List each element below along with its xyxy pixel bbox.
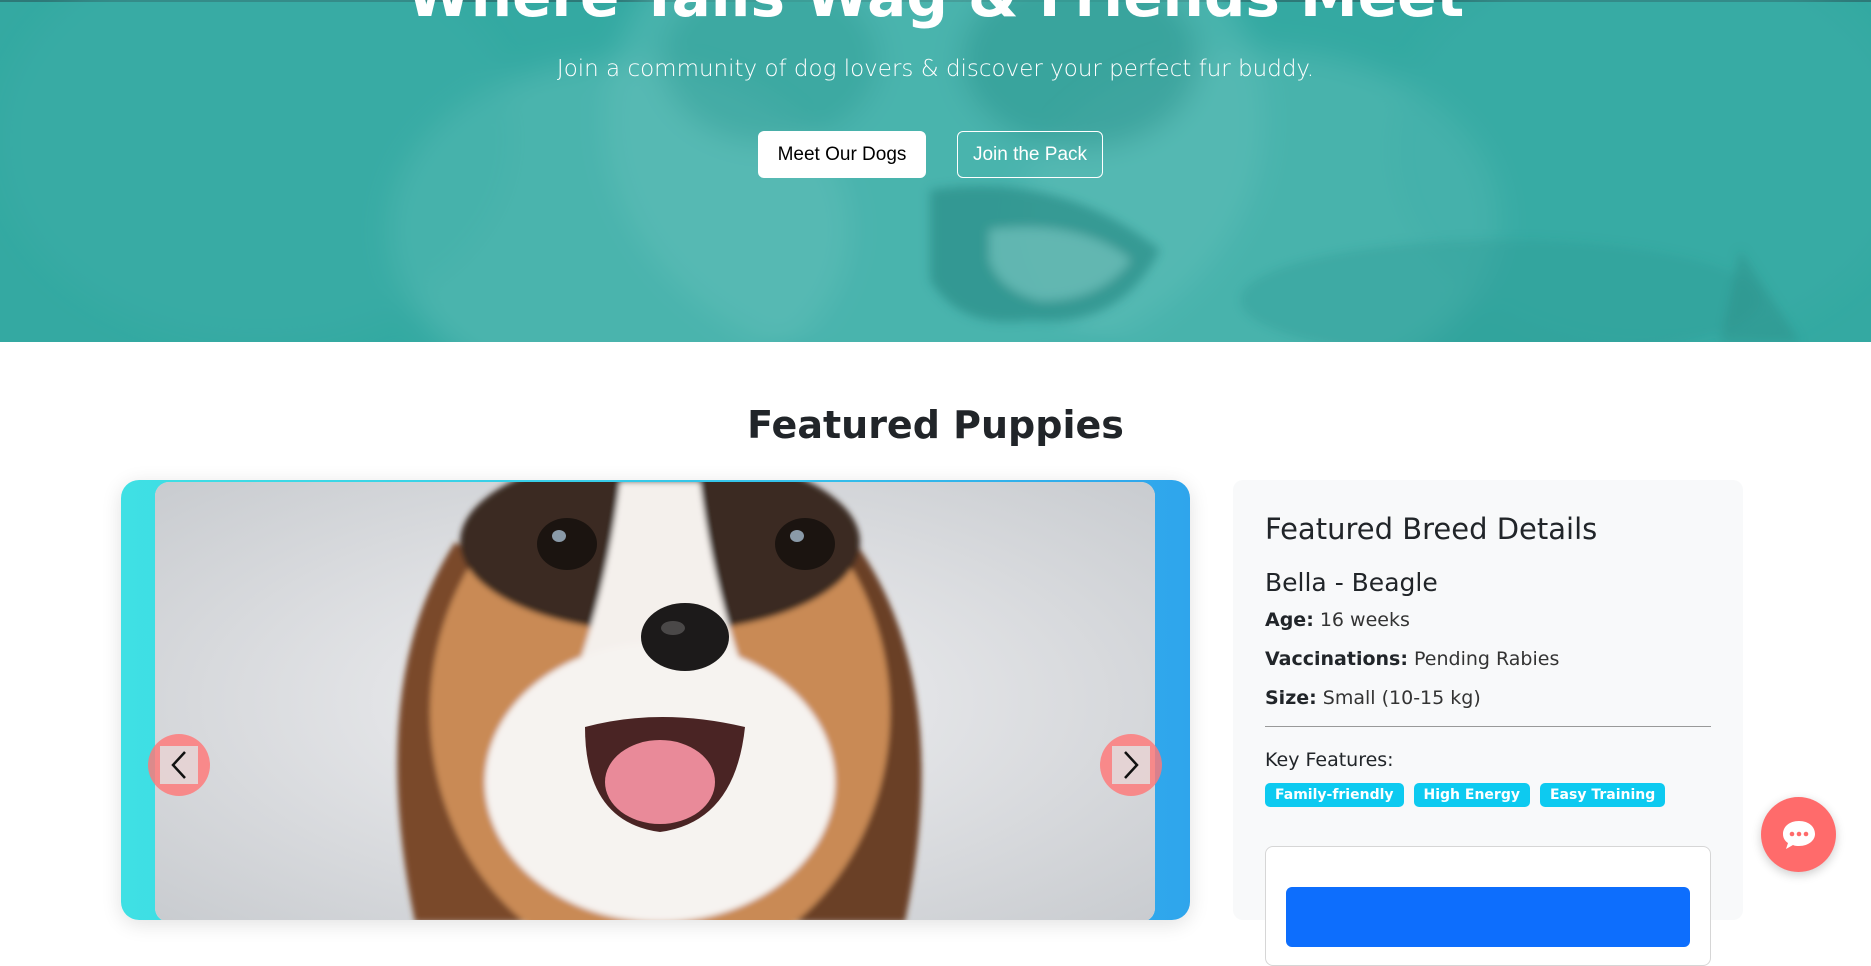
vaccinations-row: Vaccinations: Pending Rabies — [1265, 648, 1711, 670]
action-card — [1265, 846, 1711, 966]
primary-action-button[interactable] — [1286, 887, 1690, 947]
join-the-pack-button[interactable]: Join the Pack — [957, 131, 1103, 178]
puppy-carousel — [121, 480, 1190, 920]
chat-bubble-icon — [1782, 820, 1815, 849]
featured-puppies-heading: Featured Puppies — [747, 403, 1124, 447]
breed-details-card: Featured Breed Details Bella - Beagle Ag… — [1233, 480, 1743, 966]
hero-overlay — [0, 0, 1871, 342]
breed-details-heading: Featured Breed Details — [1265, 512, 1598, 546]
chevron-right-icon — [1112, 746, 1150, 784]
feature-badge: Easy Training — [1539, 783, 1666, 807]
vaccinations-value: Pending Rabies — [1414, 648, 1560, 670]
feature-badge: Family-friendly — [1265, 783, 1404, 807]
age-label: Age: — [1265, 609, 1314, 631]
age-row: Age: 16 weeks — [1265, 609, 1711, 631]
chat-button[interactable] — [1761, 797, 1836, 872]
hero-banner: Where Tails Wag & Friends Meet Join a co… — [0, 0, 1871, 342]
feature-badge: High Energy — [1413, 783, 1530, 807]
beagle-puppy-image — [155, 482, 1155, 920]
carousel-slide — [155, 482, 1155, 920]
size-label: Size: — [1265, 687, 1317, 709]
vaccinations-label: Vaccinations: — [1265, 648, 1408, 670]
carousel-next-button[interactable] — [1100, 734, 1162, 796]
age-value: 16 weeks — [1319, 609, 1410, 631]
hero-title: Where Tails Wag & Friends Meet — [0, 0, 1871, 30]
size-value: Small (10-15 kg) — [1322, 687, 1481, 709]
divider — [1265, 726, 1711, 727]
carousel-prev-button[interactable] — [148, 734, 210, 796]
hero-subtitle: Join a community of dog lovers & discove… — [556, 56, 1315, 82]
meet-our-dogs-button[interactable]: Meet Our Dogs — [758, 131, 926, 178]
feature-badges: Family-friendly High Energy Easy Trainin… — [1265, 783, 1711, 807]
dog-name-breed: Bella - Beagle — [1265, 568, 1438, 597]
chevron-left-icon — [160, 746, 198, 784]
size-row: Size: Small (10-15 kg) — [1265, 687, 1711, 709]
key-features-label: Key Features: — [1265, 749, 1394, 771]
